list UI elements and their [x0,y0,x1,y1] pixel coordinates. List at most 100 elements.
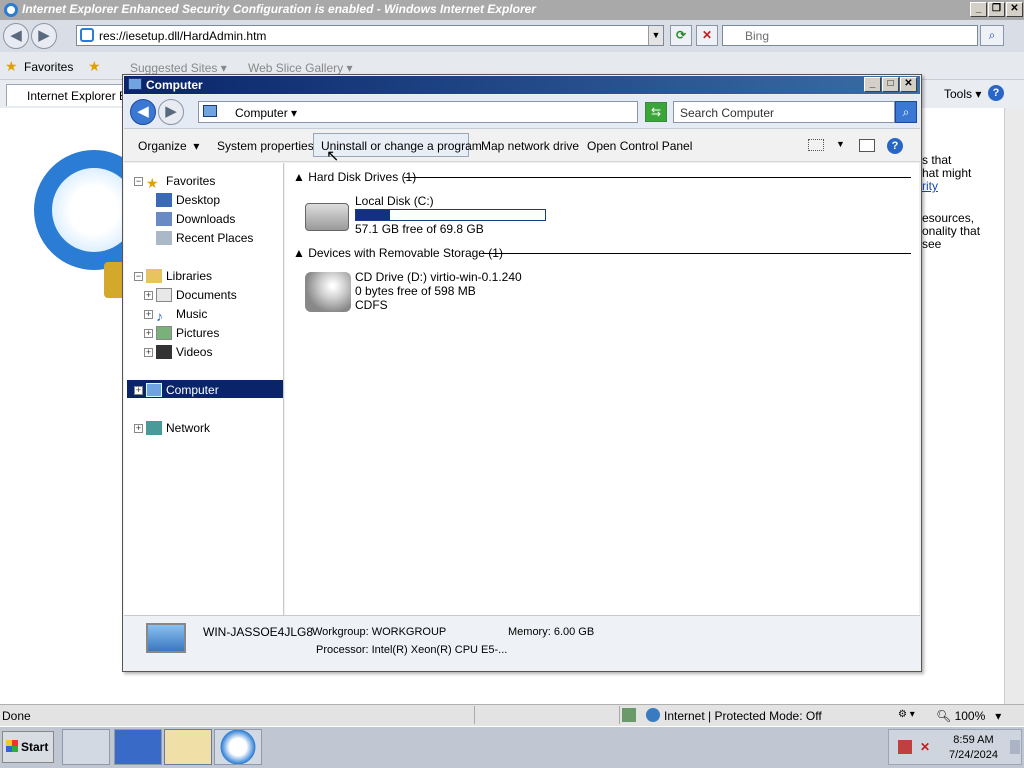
ie-icon [4,3,18,17]
removable-group-header[interactable]: ▲ Devices with Removable Storage (1) [293,246,503,260]
memory-text: Memory: 6.00 GB [508,626,595,638]
stop-icon[interactable]: ✕ [696,25,718,46]
expand-icon[interactable]: + [134,386,143,395]
server-manager-taskbar-icon[interactable] [62,729,110,765]
web-slice-label: Web Slice Gallery [248,61,344,75]
uninstall-button[interactable]: Uninstall or change a program [321,139,482,153]
tree-desktop-label: Desktop [176,193,221,207]
address-text: res://iesetup.dll/HardAdmin.htm [99,29,267,43]
close-icon[interactable]: ✕ [1006,2,1023,17]
action-center-icon[interactable] [898,740,912,754]
explorer-close-icon[interactable]: ✕ [900,77,917,92]
ie-search-input[interactable]: Bing [722,25,978,46]
tree-downloads[interactable]: Downloads [156,212,235,228]
local-disk-name: Local Disk (C:) [355,194,434,208]
expand-icon[interactable]: + [144,329,153,338]
restore-icon[interactable]: ❐ [988,2,1005,17]
tree-computer[interactable]: Computer [146,383,219,399]
tree-desktop[interactable]: Desktop [156,193,220,209]
start-label: Start [21,740,49,754]
explorer-search-placeholder: Search Computer [680,106,775,120]
content-snippet: see [922,237,942,251]
suggested-sites-button[interactable]: Suggested Sites ▾ [130,61,227,75]
explorer-back-icon[interactable]: ◀ [130,99,156,125]
favorites-label: Favorites [24,60,74,74]
explorer-taskbar-icon[interactable] [164,729,212,765]
explorer-search-icon[interactable]: ⌕ [895,101,917,123]
search-icon[interactable]: ⌕ [980,25,1004,46]
address-dropdown-icon[interactable]: ▼ [648,26,663,45]
tree-videos[interactable]: Videos [156,345,212,361]
pictures-icon [156,326,172,340]
view-dropdown-icon[interactable]: ▼ [836,139,845,149]
explorer-refresh-icon[interactable]: ⇆ [645,102,667,122]
hdd-group-header[interactable]: ▲ Hard Disk Drives (1) [293,170,416,184]
collapse-icon[interactable]: − [134,177,143,186]
disk-usage-bar [355,209,546,221]
favorites-button[interactable]: Favorites [24,60,73,74]
volume-muted-icon[interactable]: ✕ [920,740,934,754]
organize-label: Organize [138,139,187,153]
popup-blocker-icon[interactable]: ⚙ ▾ [898,709,915,720]
system-properties-label: System properties [217,139,314,153]
back-icon[interactable]: ◀ [3,23,29,49]
cd-drive-item[interactable]: CD Drive (D:) virtio-win-0.1.240 0 bytes… [355,270,522,312]
tree-recent-places[interactable]: Recent Places [156,231,253,247]
tools-label: Tools [944,87,973,101]
tree-documents[interactable]: Documents [156,288,237,304]
help-icon[interactable]: ? [988,85,1004,101]
status-text: Done [2,709,31,723]
show-desktop-button[interactable] [1010,740,1020,754]
tree-music-label: Music [176,307,208,321]
expand-icon[interactable]: + [144,310,153,319]
computer-large-icon [146,623,186,653]
web-slice-button[interactable]: Web Slice Gallery ▾ [248,61,353,75]
tree-pictures[interactable]: Pictures [156,326,219,342]
powershell-taskbar-icon[interactable] [114,729,162,765]
zoom-control[interactable]: 🔍︎ 100% ▾ [936,709,1001,723]
view-options-icon[interactable] [808,139,824,151]
explorer-search-input[interactable]: Search Computer [673,101,895,123]
organize-button[interactable]: Organize ▾ [138,139,199,153]
processor: Processor: Intel(R) Xeon(R) CPU E5-... [316,644,507,656]
collapse-icon[interactable]: − [134,272,143,281]
refresh-icon[interactable]: ⟳ [670,25,692,46]
open-control-panel-button[interactable]: Open Control Panel [587,139,692,153]
explorer-minimize-icon[interactable]: _ [864,77,881,92]
cd-drive-free: 0 bytes free of 598 MB [355,284,476,298]
zone-status[interactable]: Internet | Protected Mode: Off [664,709,822,723]
system-properties-button[interactable]: System properties [217,139,314,153]
videos-icon [156,345,172,359]
tools-button[interactable]: Tools ▾ [944,87,981,101]
libraries-icon [146,269,162,283]
expand-icon[interactable]: + [144,348,153,357]
tree-network-label: Network [166,421,211,435]
local-disk-item[interactable]: Local Disk (C:) [355,194,434,208]
explorer-help-icon[interactable]: ? [887,138,903,154]
protected-mode-icon [622,708,636,722]
address-bar[interactable]: res://iesetup.dll/HardAdmin.htm [76,25,664,46]
expand-icon[interactable]: + [134,424,143,433]
recent-places-icon [156,231,172,245]
tree-videos-label: Videos [176,345,213,359]
add-favorite-icon[interactable]: ★ [88,58,101,75]
tree-favorites[interactable]: ★ Favorites [146,174,215,191]
clock[interactable]: 8:59 AM 7/24/2024 [949,733,998,763]
minimize-icon[interactable]: _ [970,2,987,17]
explorer-breadcrumb[interactable]: Computer ▾ [198,101,638,123]
expand-icon[interactable]: + [144,291,153,300]
content-link[interactable]: rity [922,180,980,193]
tree-network[interactable]: Network [146,421,210,437]
ie-tab-label: Internet Explorer Er [27,89,126,103]
ie-scrollbar[interactable] [1004,108,1024,704]
tree-music[interactable]: ♪ Music [156,307,208,324]
tree-libraries[interactable]: Libraries [146,269,212,285]
ie-tab[interactable]: Internet Explorer Er [6,84,126,106]
uninstall-label: Uninstall or change a program [321,139,482,153]
ie-taskbar-icon[interactable] [214,729,262,765]
explorer-forward-icon[interactable]: ▶ [158,99,184,125]
preview-pane-icon[interactable] [859,139,875,152]
explorer-maximize-icon[interactable]: □ [882,77,899,92]
forward-icon[interactable]: ▶ [31,23,57,49]
map-network-drive-button[interactable]: Map network drive [481,139,579,153]
